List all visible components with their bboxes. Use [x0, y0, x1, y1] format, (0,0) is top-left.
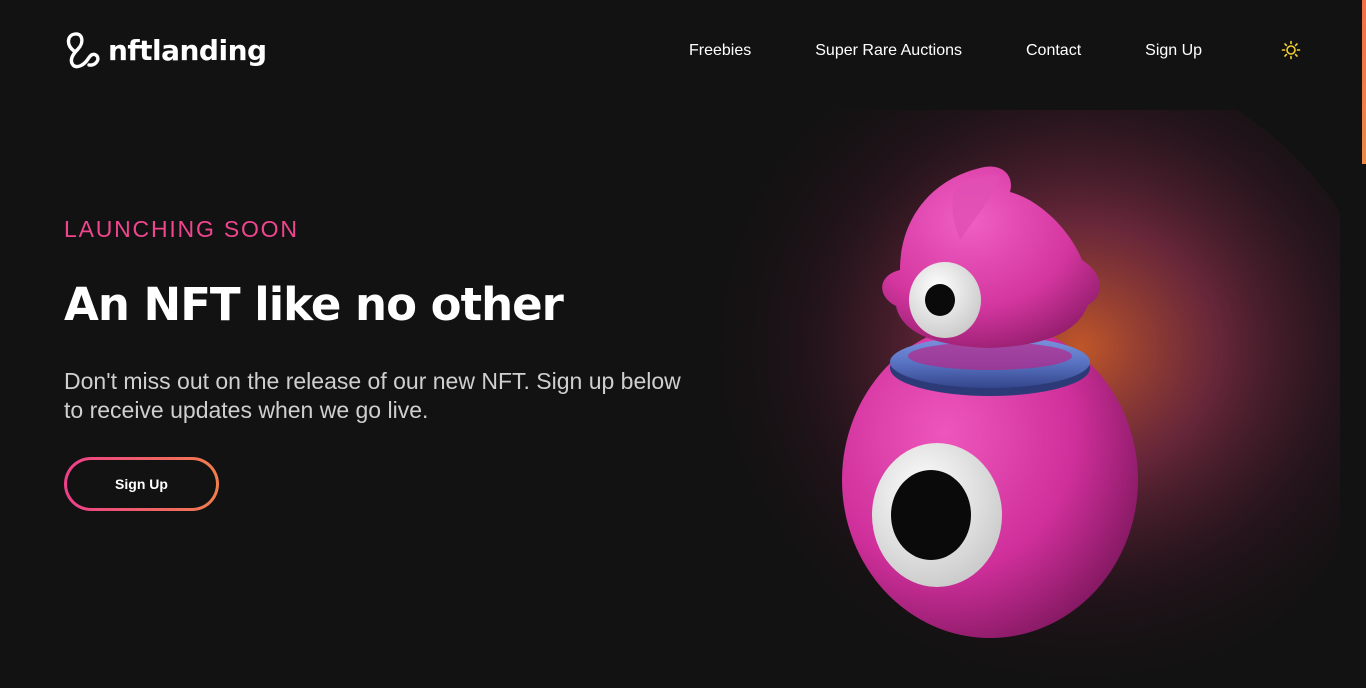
hero-headline: An NFT like no other — [64, 278, 564, 331]
nav-item-super-rare-auctions[interactable]: Super Rare Auctions — [815, 40, 962, 62]
brand-name: nftlanding — [108, 33, 267, 67]
brand-logo[interactable]: nftlanding — [64, 31, 267, 69]
hero-creature-illustration — [670, 110, 1340, 688]
brand-logo-icon — [66, 32, 100, 69]
nav-item-sign-up[interactable]: Sign Up — [1145, 40, 1202, 62]
main-nav: Freebies Super Rare Auctions Contact Sig… — [689, 40, 1202, 62]
site-header: nftlanding Freebies Super Rare Auctions … — [0, 0, 1366, 100]
theme-toggle-button[interactable] — [1281, 40, 1301, 60]
hero-eyebrow: LAUNCHING SOON — [64, 216, 299, 242]
sign-up-button-label: Sign Up — [115, 476, 168, 492]
nav-item-contact[interactable]: Contact — [1026, 40, 1081, 62]
sun-icon — [1281, 40, 1301, 60]
sign-up-button-inner: Sign Up — [67, 460, 216, 508]
nav-item-freebies[interactable]: Freebies — [689, 40, 751, 62]
sign-up-button[interactable]: Sign Up — [64, 457, 219, 511]
